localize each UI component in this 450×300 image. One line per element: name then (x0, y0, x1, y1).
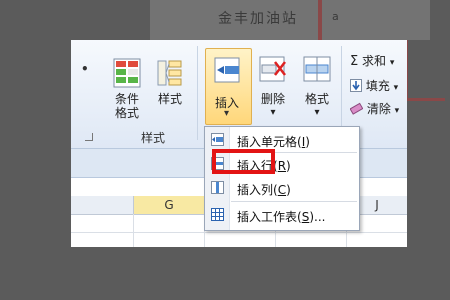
cell-style-icon (157, 60, 182, 86)
delete-label: 删除 (260, 92, 285, 106)
chevron-down-icon: ▾ (224, 108, 230, 119)
menu-item-accelerator: C (277, 183, 287, 197)
column-gridline (133, 214, 134, 247)
column-header-left[interactable] (71, 196, 134, 215)
conditional-format-label-2: 格式 (114, 106, 139, 120)
background-red-border (405, 98, 445, 101)
background-sheet-title: 金丰加油站 (218, 11, 298, 27)
sum-button[interactable]: Σ 求和 ▾ (350, 52, 394, 69)
insert-cells-icon (214, 57, 240, 83)
fill-button[interactable]: 填充 ▾ (350, 77, 398, 94)
menu-item-accelerator: S (301, 210, 310, 224)
conditional-format-label-1: 条件 (114, 92, 139, 106)
partial-ribbon-mark: • (81, 62, 89, 76)
style-button[interactable]: 样式 (153, 58, 187, 106)
chevron-down-icon: ▾ (394, 106, 400, 116)
insert-button[interactable]: 插入 ▾ (205, 48, 252, 125)
insert-cells-icon (211, 133, 224, 146)
menu-item-accelerator: I (301, 135, 306, 149)
clear-label: 清除 (366, 102, 391, 116)
insert-dropdown-menu: 插入单元格(I) 插入行(R) 插入列(C) 插入工作表(S)... (204, 126, 360, 231)
menu-item-label: 插入工作表 (237, 210, 298, 224)
clear-button[interactable]: 清除 ▾ (349, 100, 400, 117)
menu-item-ellipsis: ... (314, 210, 326, 224)
background-red-border (318, 0, 322, 40)
highlight-box-insert-row (212, 149, 275, 174)
fill-down-icon (350, 79, 362, 92)
menu-separator (231, 201, 357, 202)
column-header-g[interactable]: G (134, 196, 205, 215)
sum-icon: Σ (350, 54, 359, 69)
menu-item-label: 插入单元格 (237, 135, 298, 149)
style-label: 样式 (157, 92, 182, 106)
format-button[interactable]: 格式 ▾ (297, 56, 337, 120)
chevron-down-icon: ▾ (389, 58, 395, 68)
fill-label: 填充 (365, 79, 390, 93)
insert-column-icon (211, 181, 224, 194)
delete-button[interactable]: 删除 ▾ (253, 56, 293, 120)
menu-item-insert-cells[interactable]: 插入单元格(I) (205, 129, 359, 151)
menu-item-label: 插入列 (237, 183, 274, 197)
conditional-format-button[interactable]: 条件 格式 (109, 58, 145, 120)
menu-item-insert-column[interactable]: 插入列(C) (205, 177, 359, 199)
chevron-down-icon: ▾ (314, 107, 320, 118)
menu-item-accelerator: R (277, 159, 287, 173)
eraser-icon (349, 102, 364, 115)
dialog-launcher-icon[interactable] (85, 133, 93, 141)
chevron-down-icon: ▾ (393, 83, 399, 93)
format-label: 格式 (304, 92, 329, 106)
sum-label: 求和 (362, 54, 387, 68)
chevron-down-icon: ▾ (270, 107, 276, 118)
background-cell-text: a (332, 10, 339, 23)
insert-sheet-icon (211, 208, 224, 221)
format-cells-icon (303, 56, 331, 82)
delete-cells-icon (259, 56, 286, 82)
conditional-format-icon (113, 58, 141, 88)
ribbon-separator (197, 46, 198, 140)
row-gridline (71, 232, 407, 233)
menu-item-insert-sheet[interactable]: 插入工作表(S)... (205, 204, 359, 226)
styles-group-label: 样式 (141, 131, 166, 145)
